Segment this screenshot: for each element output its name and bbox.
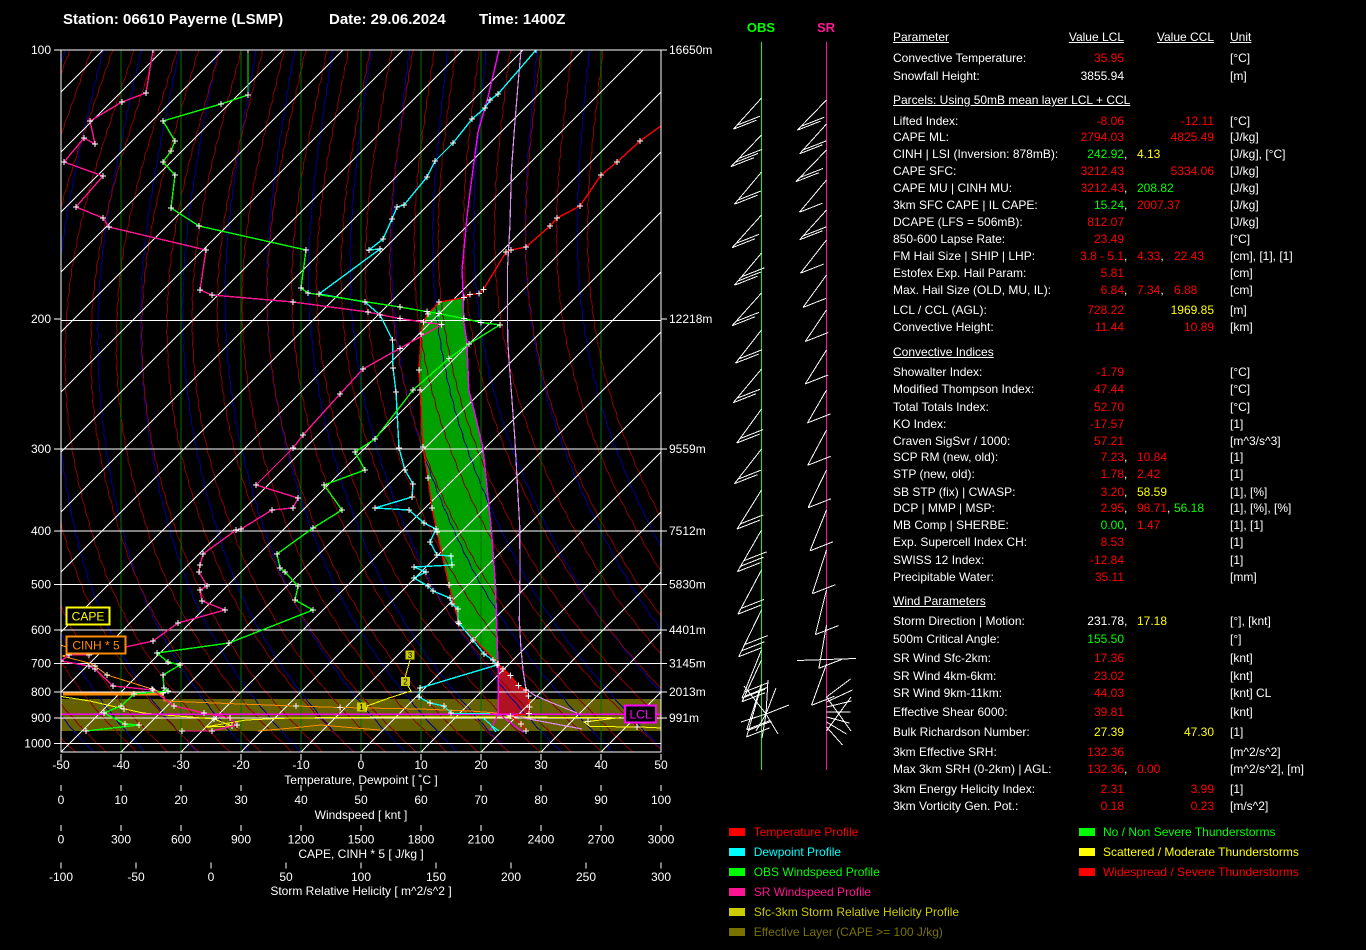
svg-text:600: 600 <box>171 833 191 847</box>
svg-text:CAPE, CINH * 5 [ J/kg ]: CAPE, CINH * 5 [ J/kg ] <box>298 847 423 861</box>
svg-text:300: 300 <box>111 833 131 847</box>
svg-text:1800: 1800 <box>408 833 435 847</box>
svg-text:3000: 3000 <box>648 833 675 847</box>
svg-text:2100: 2100 <box>468 833 495 847</box>
svg-text:1500: 1500 <box>348 833 375 847</box>
svg-text:100: 100 <box>351 870 371 884</box>
svg-text:900: 900 <box>231 833 251 847</box>
svg-text:2400: 2400 <box>528 833 555 847</box>
svg-text:0: 0 <box>58 833 65 847</box>
svg-text:0: 0 <box>208 870 215 884</box>
svg-text:-50: -50 <box>127 870 145 884</box>
svg-text:200: 200 <box>501 870 521 884</box>
svg-text:Storm Relative Helicity [ m^2: Storm Relative Helicity [ m^2/s^2 ] <box>270 884 451 898</box>
svg-text:50: 50 <box>279 870 293 884</box>
svg-text:-100: -100 <box>49 870 73 884</box>
svg-text:250: 250 <box>576 870 596 884</box>
svg-text:2700: 2700 <box>588 833 615 847</box>
svg-text:1200: 1200 <box>288 833 315 847</box>
svg-text:150: 150 <box>426 870 446 884</box>
svg-text:300: 300 <box>651 870 671 884</box>
